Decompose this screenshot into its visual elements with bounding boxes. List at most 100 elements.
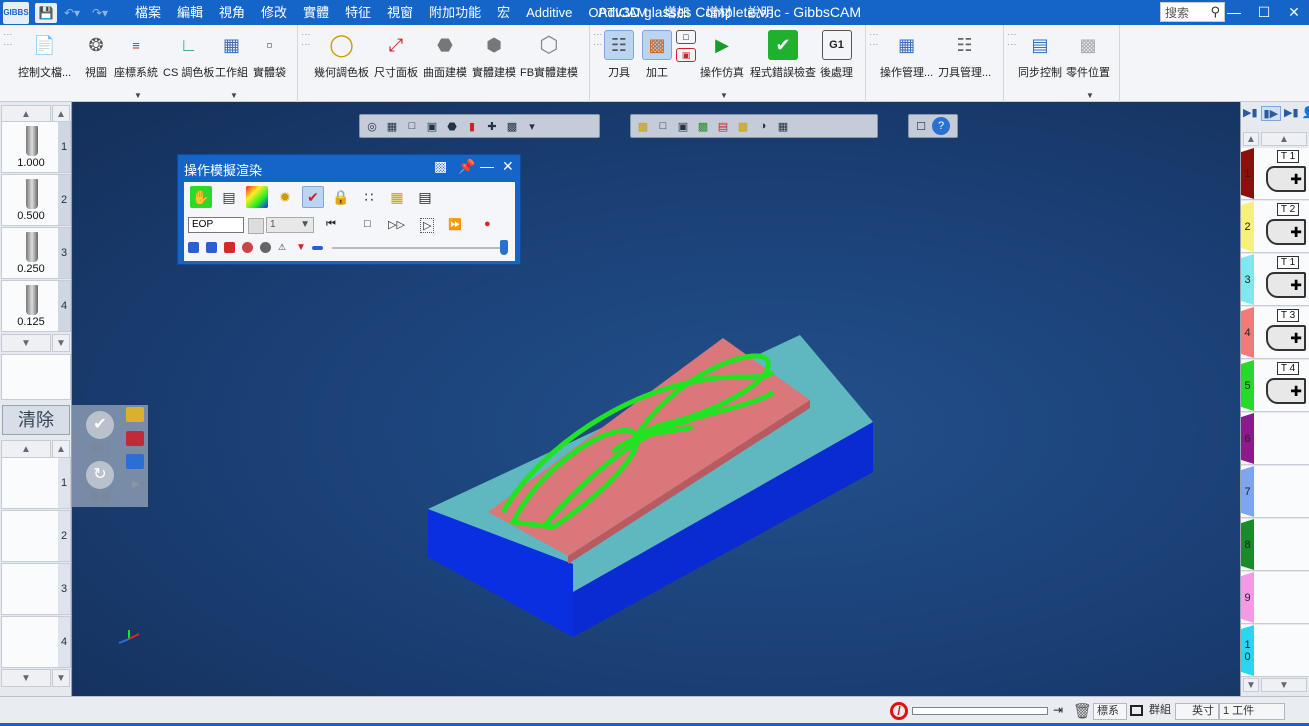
- scroll-up-button[interactable]: ▲: [1, 440, 51, 458]
- scroll-bottom-button[interactable]: ▼: [52, 334, 70, 352]
- user-icon[interactable]: 👤: [1302, 106, 1309, 121]
- lock-icon[interactable]: 🔒: [330, 186, 352, 208]
- folder-blue-icon[interactable]: [126, 454, 144, 469]
- scroll-down-button[interactable]: ▼: [1261, 678, 1307, 692]
- menu-add[interactable]: 增加: [656, 0, 698, 25]
- process-slot[interactable]: 1 T 1 ✚: [1241, 148, 1309, 200]
- workgroup-button[interactable]: ▦ 工作組: [215, 30, 248, 80]
- menu-help[interactable]: 說明: [740, 0, 782, 25]
- spark-icon[interactable]: ✹: [274, 186, 296, 208]
- chevron-right-icon[interactable]: ▶: [132, 479, 140, 490]
- operation-number-tab[interactable]: 4: [58, 617, 70, 667]
- speed-slider-track[interactable]: [332, 247, 504, 249]
- process-number-tab[interactable]: 9: [1241, 572, 1254, 623]
- rewind-icon[interactable]: ⏮: [326, 218, 336, 231]
- process-slot[interactable]: 5 T 4 ✚: [1241, 360, 1309, 412]
- coordinate-system-status[interactable]: 標系統: [1093, 703, 1127, 720]
- play-icon[interactable]: ▷: [420, 218, 435, 233]
- redo-button[interactable]: ↻ 重做: [78, 461, 122, 505]
- tool-slot[interactable]: 1.000 1: [1, 121, 71, 173]
- process-slot[interactable]: 2 T 2 ✚: [1241, 201, 1309, 253]
- scroll-bottom-button[interactable]: ▼: [52, 669, 70, 687]
- check-icon[interactable]: ✔: [302, 186, 324, 208]
- tool-slot[interactable]: 0.250 3: [1, 227, 71, 279]
- layers-icon[interactable]: ▤: [218, 186, 240, 208]
- process-number-tab[interactable]: 4: [1241, 307, 1254, 358]
- tool-slot[interactable]: 0.125 4: [1, 280, 71, 332]
- insert-left-icon[interactable]: ▶▮: [1243, 106, 1258, 121]
- eop-field[interactable]: EOP: [188, 217, 244, 233]
- tool-slot[interactable]: 0.500 2: [1, 174, 71, 226]
- scroll-top-button[interactable]: ▲: [52, 440, 70, 458]
- process-slot[interactable]: 1 0: [1241, 625, 1309, 677]
- menu-addons[interactable]: 附加功能: [421, 0, 489, 25]
- insert-middle-icon[interactable]: ▮▶: [1260, 106, 1282, 121]
- hand-icon[interactable]: ✋: [190, 186, 212, 208]
- step-select[interactable]: 1 ▼: [266, 217, 314, 233]
- process-number-tab[interactable]: 6: [1241, 413, 1254, 464]
- view-button[interactable]: ❂ 視圖: [81, 30, 111, 80]
- operation-slot[interactable]: 4: [1, 616, 71, 668]
- folder-icon[interactable]: [126, 407, 144, 422]
- group-grip-icon[interactable]: ⋮⋮: [3, 30, 13, 50]
- process-number-tab[interactable]: 1: [1241, 148, 1254, 199]
- holder-display-icon[interactable]: [206, 242, 217, 253]
- scroll-down-button[interactable]: ▼: [1, 669, 51, 687]
- menu-feature[interactable]: 特征: [337, 0, 379, 25]
- clear-button[interactable]: 清除: [2, 405, 70, 435]
- record-icon[interactable]: ●: [484, 218, 491, 230]
- operation-number-tab[interactable]: 3: [58, 564, 70, 614]
- chevron-down-icon[interactable]: ▼: [1086, 91, 1094, 100]
- tool-button[interactable]: ☷ 刀具: [604, 30, 634, 80]
- scroll-top-button[interactable]: ▲: [1243, 132, 1259, 146]
- menu-view[interactable]: 視角: [211, 0, 253, 25]
- sync-control-button[interactable]: ▤ 同步控制: [1018, 30, 1062, 80]
- cs-palette-button[interactable]: ∟ CS 調色板: [163, 30, 214, 80]
- tool-number-tab[interactable]: 2: [58, 175, 70, 225]
- process-slot[interactable]: 9: [1241, 572, 1309, 624]
- stock-display-icon[interactable]: [224, 242, 235, 253]
- operation-number-tab[interactable]: 2: [58, 511, 70, 561]
- chevron-down-icon[interactable]: ▼: [230, 91, 238, 100]
- part-position-button[interactable]: ▩ 零件位置: [1066, 30, 1110, 80]
- menu-edit[interactable]: 編輯: [169, 0, 211, 25]
- group-status[interactable]: 群組1: [1146, 703, 1172, 720]
- tool-number-tab[interactable]: 1: [58, 122, 70, 172]
- tree-icon[interactable]: ▦: [386, 186, 408, 208]
- redo-icon[interactable]: ↷▾: [87, 3, 113, 23]
- stop-icon[interactable]: /: [890, 702, 908, 720]
- step-icon[interactable]: [248, 218, 264, 234]
- group-grip-icon[interactable]: ⋮⋮: [301, 30, 311, 50]
- stop-icon[interactable]: □: [364, 218, 371, 230]
- trash-icon[interactable]: 🗑: [1073, 702, 1092, 720]
- fixture-display-icon[interactable]: [242, 242, 253, 253]
- menu-macro[interactable]: 宏: [489, 0, 518, 25]
- process-number-tab[interactable]: 5: [1241, 360, 1254, 411]
- menu-opticam[interactable]: OPTICAM: [580, 0, 655, 25]
- operation-number-tab[interactable]: 1: [58, 458, 70, 508]
- process-number-tab[interactable]: 7: [1241, 466, 1254, 517]
- post-process-button[interactable]: G1 後處理: [820, 30, 853, 80]
- fb-solid-modeling-button[interactable]: ⬡ FB實體建模: [520, 30, 578, 80]
- solid-modeling-button[interactable]: ⬢ 實體建模: [472, 30, 516, 80]
- document-control-button[interactable]: 📄 控制文檔...: [18, 30, 71, 80]
- monitor-icon[interactable]: ▤: [414, 186, 436, 208]
- undo-icon[interactable]: ↶▾: [59, 3, 85, 23]
- colors-icon[interactable]: [246, 186, 268, 208]
- menu-modify[interactable]: 修改: [253, 0, 295, 25]
- search-input[interactable]: 搜索 ⚲: [1160, 2, 1225, 22]
- tool-number-tab[interactable]: 4: [58, 281, 70, 331]
- process-number-tab[interactable]: 1 0: [1241, 625, 1254, 676]
- menu-additive[interactable]: Additive: [518, 0, 580, 25]
- warning-icon[interactable]: ⚠: [278, 242, 289, 253]
- close-icon[interactable]: ✕: [1279, 0, 1309, 25]
- minimize-icon[interactable]: —: [480, 158, 494, 174]
- process-slot[interactable]: 8: [1241, 519, 1309, 571]
- process-number-tab[interactable]: 8: [1241, 519, 1254, 570]
- pin-icon[interactable]: 📌: [458, 158, 475, 175]
- units-status[interactable]: 英寸: [1175, 703, 1219, 720]
- tool-manager-button[interactable]: ☷ 刀具管理...: [938, 30, 991, 80]
- process-slot[interactable]: 3 T 1 ✚: [1241, 254, 1309, 306]
- scroll-up-button[interactable]: ▲: [1261, 132, 1307, 146]
- process-slot[interactable]: 4 T 3 ✚: [1241, 307, 1309, 359]
